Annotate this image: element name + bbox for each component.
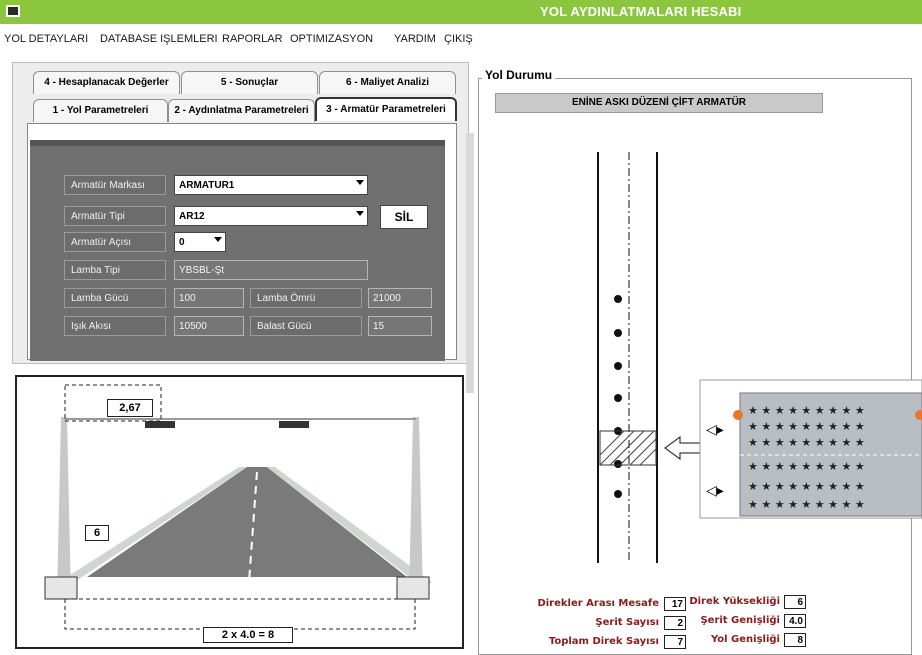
luminaire-icon: ◁▸ xyxy=(706,483,724,499)
svg-text:★ ★ ★ ★ ★ ★ ★ ★ ★: ★ ★ ★ ★ ★ ★ ★ ★ ★ xyxy=(748,460,865,473)
pole-marker xyxy=(614,362,622,370)
svg-text:★ ★ ★ ★ ★ ★ ★ ★ ★: ★ ★ ★ ★ ★ ★ ★ ★ ★ xyxy=(748,436,865,449)
pole-marker xyxy=(614,490,622,498)
direkler-arasi-label: Direkler Arası Mesafe xyxy=(537,598,659,609)
pole-marker xyxy=(614,295,622,303)
serit-sayisi-label: Şerit Sayısı xyxy=(595,617,659,628)
yol-genisligi-label: Yol Genişliği xyxy=(710,634,780,645)
serit-genisligi-value: 4.0 xyxy=(784,614,806,628)
pole-marker xyxy=(614,329,622,337)
luminaire-icon: ◁▸ xyxy=(706,422,724,438)
svg-text:★ ★ ★ ★ ★ ★ ★ ★ ★: ★ ★ ★ ★ ★ ★ ★ ★ ★ xyxy=(748,480,865,493)
svg-text:★ ★ ★ ★ ★ ★ ★ ★ ★: ★ ★ ★ ★ ★ ★ ★ ★ ★ xyxy=(748,498,865,511)
road-plan-svg: ◁▸ ◁▸ ★ ★ ★ ★ ★ ★ ★ ★ ★ ★ ★ ★ ★ ★ ★ ★ ★ … xyxy=(597,152,922,563)
direk-yuksekligi-value: 6 xyxy=(784,595,806,609)
svg-text:★ ★ ★ ★ ★ ★ ★ ★ ★: ★ ★ ★ ★ ★ ★ ★ ★ ★ xyxy=(748,404,865,417)
yol-genisligi-value: 8 xyxy=(784,633,806,647)
serit-genisligi-label: Şerit Genişliği xyxy=(700,615,780,626)
svg-text:★ ★ ★ ★ ★ ★ ★ ★ ★: ★ ★ ★ ★ ★ ★ ★ ★ ★ xyxy=(748,420,865,433)
toplam-direk-label: Toplam Direk Sayısı xyxy=(548,636,659,647)
direk-yuksekligi-label: Direk Yüksekliği xyxy=(689,596,780,607)
arrow-left-icon xyxy=(664,436,703,460)
pole-marker xyxy=(614,394,622,402)
calc-area-hatch xyxy=(599,430,657,466)
pole-left-marker xyxy=(733,410,743,420)
